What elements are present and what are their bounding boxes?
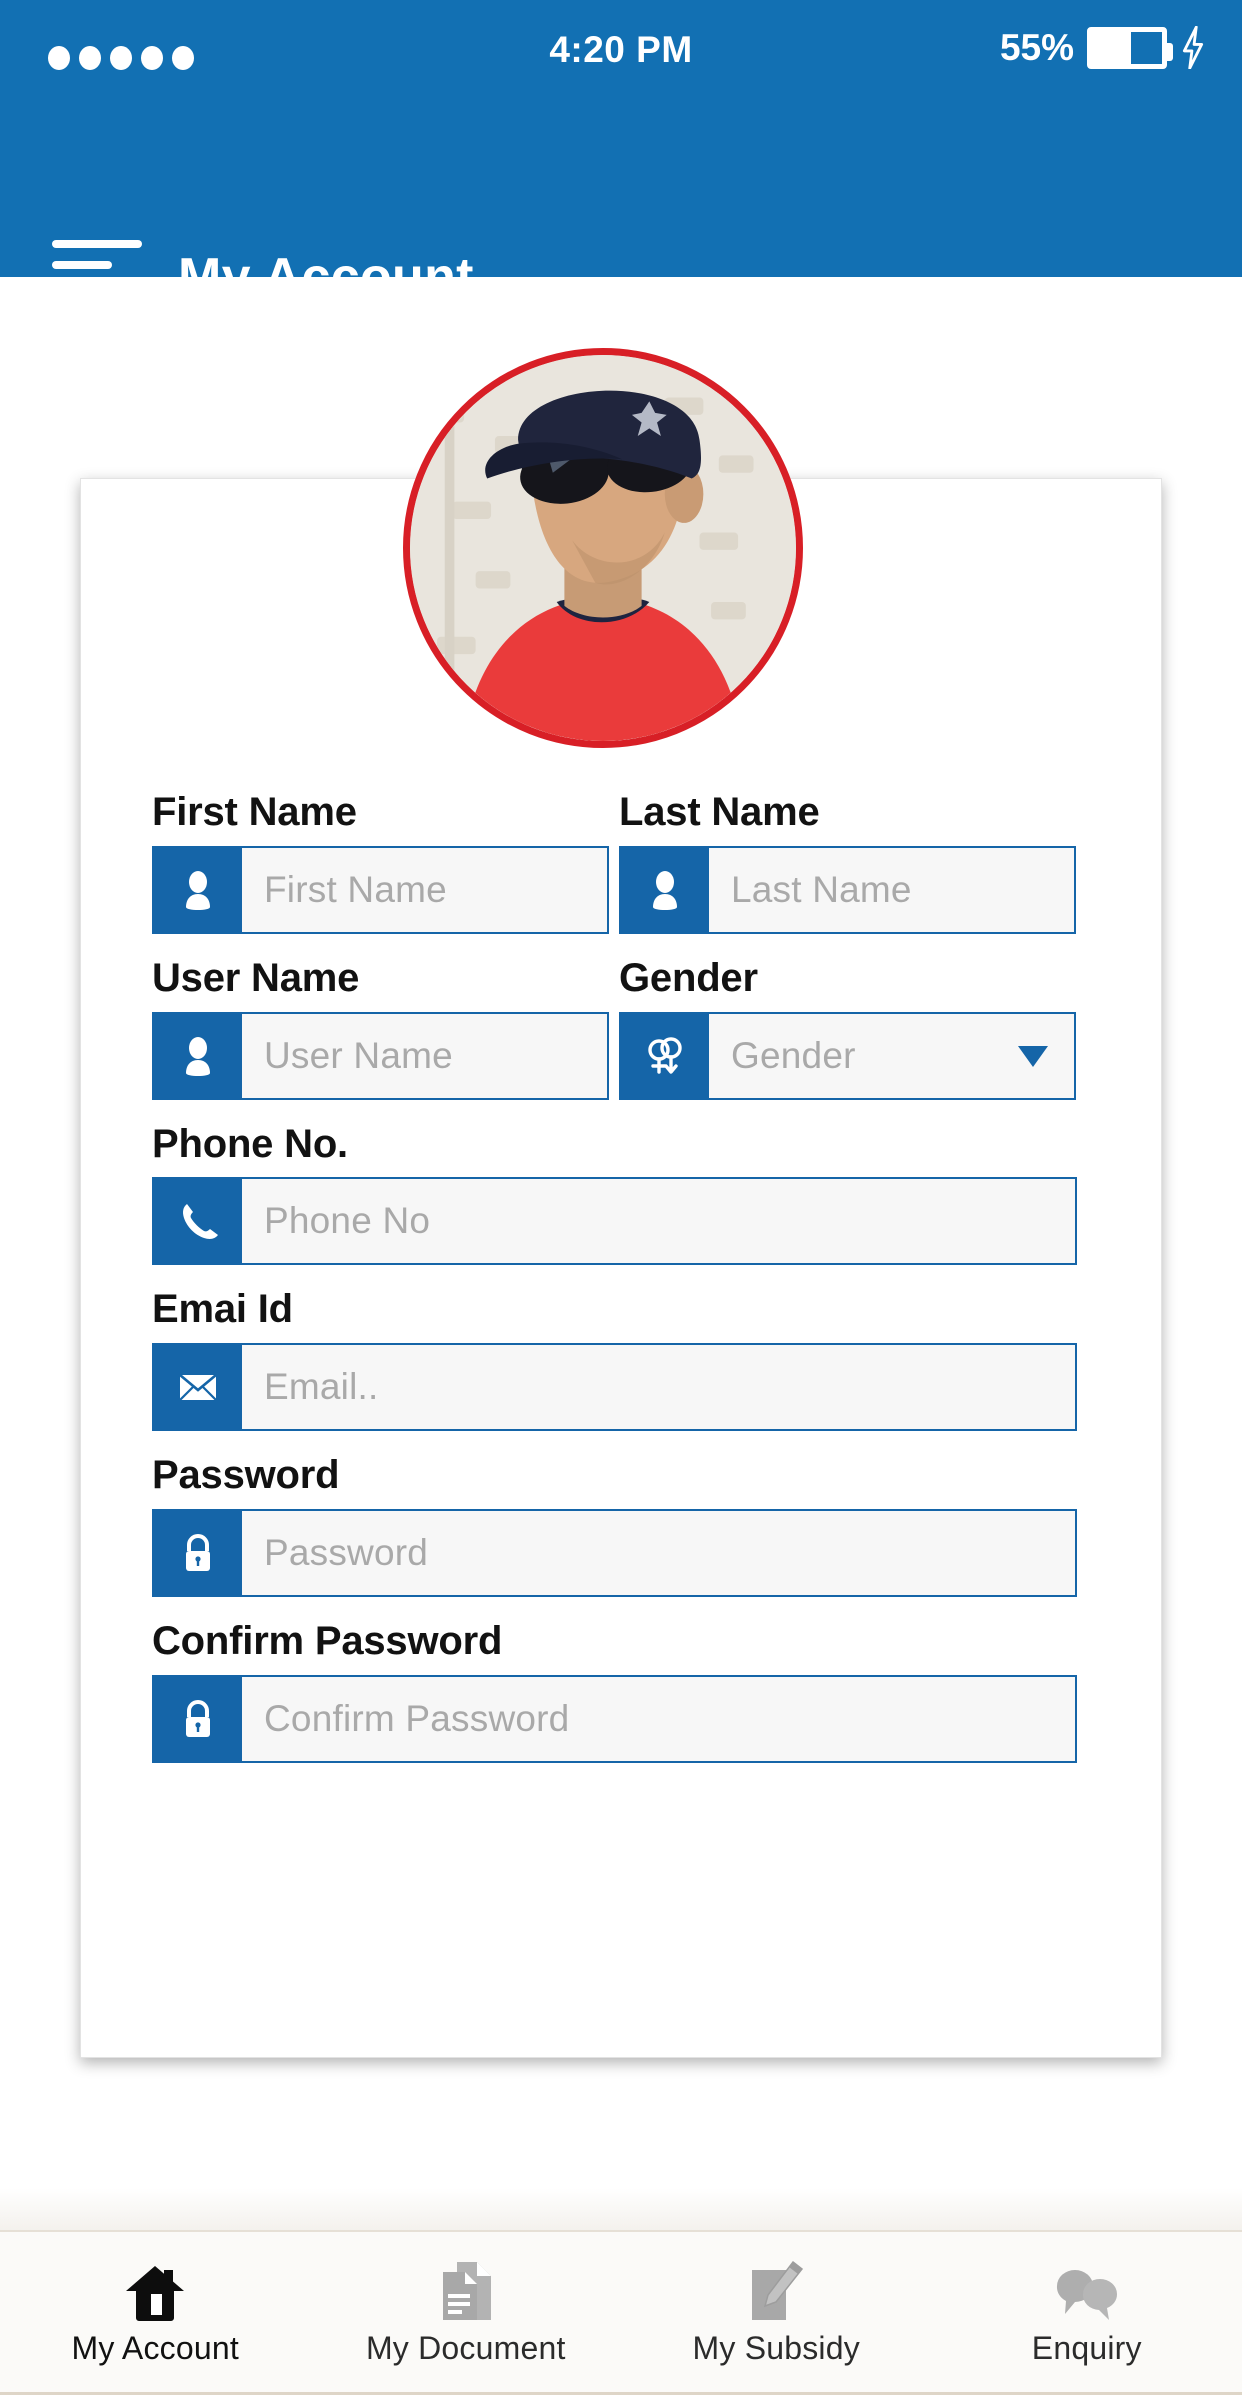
chevron-down-icon[interactable] [1016, 1043, 1050, 1069]
pencil-note-icon [746, 2258, 806, 2322]
field-password: Password Password [152, 1453, 1077, 1597]
home-icon [124, 2258, 186, 2322]
battery-percent-label: 55% [999, 27, 1074, 68]
form-row-names: First Name First Name Last Name Last Nam… [152, 790, 1077, 940]
user-name-label: User Name [152, 955, 360, 1000]
bottom-navigation: My Account My Document My Subsidy Enquir… [0, 2230, 1242, 2395]
field-last-name: Last Name Last Name [619, 790, 1076, 934]
gender-label: Gender [619, 955, 758, 1000]
bottom-nav-shadow [0, 2188, 1242, 2230]
email-input-group[interactable]: Email.. [152, 1343, 1077, 1432]
person-icon [621, 847, 709, 932]
nav-tab-my-document[interactable]: My Document [311, 2258, 622, 2367]
user-name-input[interactable]: User Name [242, 1013, 607, 1098]
password-label: Password [152, 1453, 340, 1498]
battery-status: 55% [999, 25, 1206, 70]
field-confirm-password: Confirm Password Confirm Password [152, 1619, 1077, 1763]
phone-input-group[interactable]: Phone No [152, 1177, 1077, 1266]
nav-tab-enquiry[interactable]: Enquiry [932, 2258, 1242, 2367]
document-icon [437, 2258, 495, 2322]
nav-label-my-subsidy: My Subsidy [692, 2329, 860, 2366]
hamburger-menu-icon[interactable] [52, 240, 142, 320]
gender-select-group[interactable]: Gender [619, 1011, 1076, 1100]
field-gender: Gender Gender [619, 956, 1076, 1100]
password-placeholder: Password [264, 1531, 429, 1573]
password-input[interactable]: Password [242, 1510, 1075, 1595]
confirm-password-input[interactable]: Confirm Password [242, 1676, 1075, 1761]
field-user-name: User Name User Name [152, 956, 609, 1100]
battery-icon [1087, 27, 1173, 69]
gender-select[interactable]: Gender [709, 1013, 1074, 1098]
last-name-label: Last Name [619, 790, 820, 834]
app-screen: 4:20 PM 55% My Account First Name First … [0, 0, 1242, 2395]
account-form: First Name First Name Last Name Last Nam… [152, 790, 1077, 1769]
page-title: My Account [178, 248, 474, 306]
status-bar: 4:20 PM 55% [0, 0, 1242, 92]
password-input-group[interactable]: Password [152, 1508, 1077, 1597]
phone-placeholder: Phone No [264, 1200, 431, 1242]
person-icon [154, 847, 242, 932]
email-label: Emai Id [152, 1287, 293, 1332]
phone-icon [154, 1179, 242, 1264]
first-name-label: First Name [152, 790, 357, 834]
nav-label-my-document: My Document [365, 2329, 566, 2366]
last-name-input[interactable]: Last Name [709, 847, 1074, 932]
field-phone: Phone No. Phone No [152, 1122, 1077, 1266]
field-email: Emai Id Email.. [152, 1287, 1077, 1432]
confirm-password-input-group[interactable]: Confirm Password [152, 1674, 1077, 1763]
avatar[interactable] [403, 348, 803, 748]
confirm-password-label: Confirm Password [152, 1618, 503, 1663]
chat-bubbles-icon [1053, 2258, 1121, 2322]
gender-icon [621, 1013, 709, 1098]
email-placeholder: Email.. [264, 1366, 379, 1408]
email-input[interactable]: Email.. [242, 1345, 1075, 1430]
phone-label: Phone No. [152, 1121, 348, 1166]
user-name-placeholder: User Name [264, 1034, 453, 1076]
gender-placeholder: Gender [731, 1034, 856, 1076]
person-icon [154, 1013, 242, 1098]
nav-label-enquiry: Enquiry [1031, 2329, 1142, 2366]
lock-icon [154, 1510, 242, 1595]
lock-icon [154, 1676, 242, 1761]
last-name-placeholder: Last Name [731, 868, 912, 910]
nav-tab-my-account[interactable]: My Account [0, 2258, 311, 2367]
top-bar: 4:20 PM 55% My Account [0, 0, 1242, 311]
envelope-icon [154, 1345, 242, 1430]
field-first-name: First Name First Name [152, 790, 609, 934]
first-name-input-group[interactable]: First Name [152, 845, 609, 934]
nav-tab-my-subsidy[interactable]: My Subsidy [621, 2258, 932, 2367]
first-name-input[interactable]: First Name [242, 847, 607, 932]
charging-bolt-icon [1180, 25, 1206, 70]
user-name-input-group[interactable]: User Name [152, 1011, 609, 1100]
first-name-placeholder: First Name [264, 868, 447, 910]
phone-input[interactable]: Phone No [242, 1179, 1075, 1264]
nav-label-my-account: My Account [71, 2329, 239, 2366]
form-row-user-gender: User Name User Name Gender Gender [152, 956, 1077, 1106]
confirm-password-placeholder: Confirm Password [264, 1697, 570, 1739]
app-header: My Account [0, 92, 1242, 311]
last-name-input-group[interactable]: Last Name [619, 845, 1076, 934]
